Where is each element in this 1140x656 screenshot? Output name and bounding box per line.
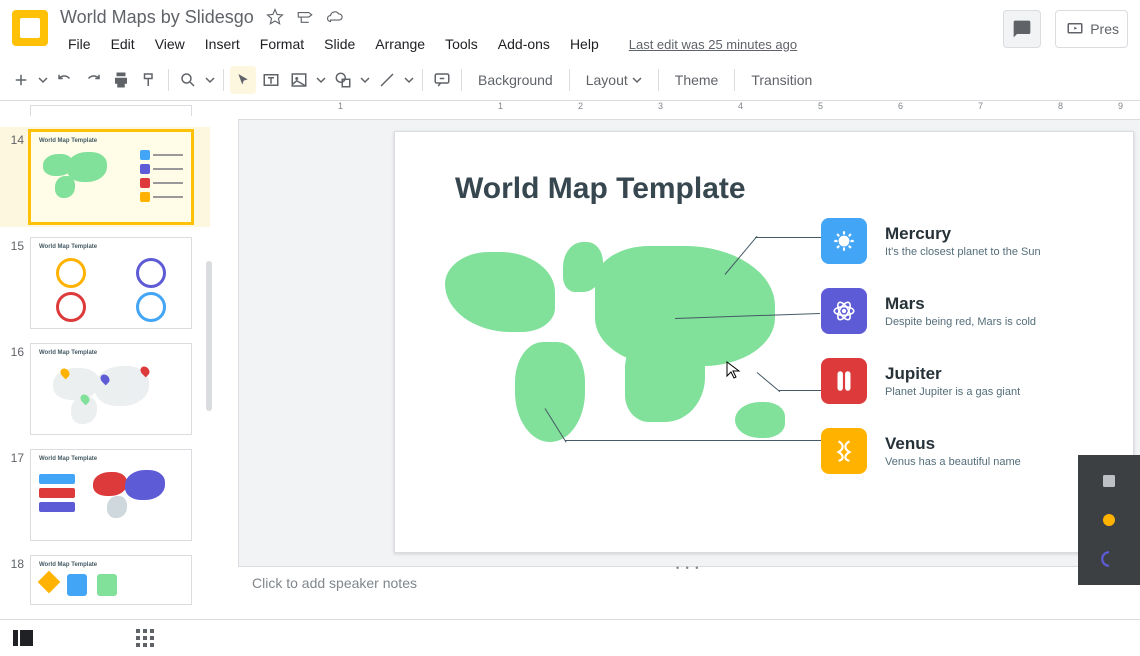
vertical-ruler bbox=[216, 101, 239, 619]
play-icon bbox=[1066, 20, 1084, 38]
menu-help[interactable]: Help bbox=[562, 32, 607, 56]
zoom-button[interactable] bbox=[175, 66, 201, 94]
side-panel-btn-1[interactable] bbox=[1095, 467, 1123, 495]
thumb-number: 16 bbox=[0, 343, 30, 359]
thumb-title: World Map Template bbox=[39, 244, 97, 250]
theme-button[interactable]: Theme bbox=[665, 66, 729, 94]
menu-slide[interactable]: Slide bbox=[316, 32, 363, 56]
layout-button[interactable]: Layout bbox=[576, 66, 652, 94]
speaker-notes[interactable]: • • • Click to add speaker notes bbox=[238, 566, 1140, 619]
paint-format-button[interactable] bbox=[136, 66, 162, 94]
callout-desc: Venus has a beautiful name bbox=[885, 456, 1021, 468]
comment-icon bbox=[1012, 19, 1032, 39]
menu-tools[interactable]: Tools bbox=[437, 32, 486, 56]
separator bbox=[461, 69, 462, 91]
view-footer bbox=[0, 619, 1140, 656]
menu-arrange[interactable]: Arrange bbox=[367, 32, 433, 56]
undo-button[interactable] bbox=[52, 66, 78, 94]
venus-badge[interactable] bbox=[821, 428, 867, 474]
background-button[interactable]: Background bbox=[468, 66, 563, 94]
line-tool[interactable] bbox=[374, 66, 400, 94]
mars-badge[interactable] bbox=[821, 288, 867, 334]
mercury-badge[interactable] bbox=[821, 218, 867, 264]
menu-view[interactable]: View bbox=[147, 32, 193, 56]
callout-desc: Despite being red, Mars is cold bbox=[885, 316, 1036, 328]
select-tool[interactable] bbox=[230, 66, 256, 94]
slide-thumb-15[interactable]: World Map Template bbox=[30, 237, 192, 329]
shape-tool[interactable] bbox=[330, 66, 356, 94]
side-panel-btn-2[interactable] bbox=[1095, 506, 1123, 534]
comments-button[interactable] bbox=[1003, 10, 1041, 48]
present-button[interactable]: Pres bbox=[1055, 10, 1128, 48]
zoom-dropdown[interactable] bbox=[203, 66, 217, 94]
thumb-number: 14 bbox=[0, 131, 30, 147]
separator bbox=[223, 69, 224, 91]
print-button[interactable] bbox=[108, 66, 134, 94]
callout-desc: It's the closest planet to the Sun bbox=[885, 246, 1041, 258]
notes-placeholder: Click to add speaker notes bbox=[252, 575, 417, 591]
separator bbox=[422, 69, 423, 91]
thumb-title: World Map Template bbox=[39, 350, 97, 356]
image-tool[interactable] bbox=[286, 66, 312, 94]
slide-title[interactable]: World Map Template bbox=[455, 172, 746, 206]
menu-format[interactable]: Format bbox=[252, 32, 312, 56]
transition-button[interactable]: Transition bbox=[741, 66, 822, 94]
move-icon[interactable] bbox=[296, 8, 314, 26]
menu-bar: File Edit View Insert Format Slide Arran… bbox=[60, 32, 1003, 56]
line-dropdown[interactable] bbox=[402, 66, 416, 94]
slide-thumb-16[interactable]: World Map Template bbox=[30, 343, 192, 435]
thumb-number: 15 bbox=[0, 237, 30, 253]
redo-button[interactable] bbox=[80, 66, 106, 94]
thumb-title: World Map Template bbox=[39, 456, 97, 462]
menu-addons[interactable]: Add-ons bbox=[490, 32, 558, 56]
notes-resize-handle[interactable]: • • • bbox=[676, 563, 702, 569]
separator bbox=[658, 69, 659, 91]
document-title[interactable]: World Maps by Slidesgo bbox=[60, 7, 254, 28]
horizontal-ruler: 1 1 2 3 4 5 6 7 8 9 bbox=[238, 101, 1140, 120]
capsule-icon bbox=[831, 368, 857, 394]
menu-edit[interactable]: Edit bbox=[103, 32, 143, 56]
callout-title: Jupiter bbox=[885, 364, 1020, 384]
thumb-title: World Map Template bbox=[39, 138, 97, 144]
toolbar: Background Layout Theme Transition bbox=[0, 60, 1140, 101]
separator bbox=[168, 69, 169, 91]
slide-thumbnails[interactable]: 14 World Map Template 15 World Map Templ… bbox=[0, 101, 216, 619]
present-label: Pres bbox=[1090, 21, 1119, 37]
slide-canvas[interactable]: World Map Template bbox=[394, 131, 1134, 553]
menu-insert[interactable]: Insert bbox=[197, 32, 248, 56]
thumb-number: 17 bbox=[0, 449, 30, 465]
callout-title: Mars bbox=[885, 294, 1036, 314]
side-panel-btn-3[interactable] bbox=[1095, 545, 1123, 573]
slide-thumb-18[interactable]: World Map Template bbox=[30, 555, 192, 605]
callout-title: Venus bbox=[885, 434, 1021, 454]
slide-thumb-14[interactable]: World Map Template bbox=[30, 131, 192, 223]
callout-title: Mercury bbox=[885, 224, 1041, 244]
new-slide-dropdown[interactable] bbox=[36, 66, 50, 94]
menu-file[interactable]: File bbox=[60, 32, 99, 56]
filmstrip-view-button[interactable] bbox=[12, 627, 34, 649]
thumbnail-scrollbar[interactable] bbox=[206, 261, 212, 411]
separator bbox=[569, 69, 570, 91]
helix-icon bbox=[831, 438, 857, 464]
separator bbox=[734, 69, 735, 91]
explore-side-panel bbox=[1078, 455, 1140, 585]
star-icon[interactable] bbox=[266, 8, 284, 26]
thumb-number: 18 bbox=[0, 555, 30, 571]
image-dropdown[interactable] bbox=[314, 66, 328, 94]
jupiter-badge[interactable] bbox=[821, 358, 867, 404]
thumb-title: World Map Template bbox=[39, 562, 97, 568]
new-slide-button[interactable] bbox=[8, 66, 34, 94]
slides-logo[interactable] bbox=[12, 10, 48, 46]
cloud-icon[interactable] bbox=[326, 8, 344, 26]
atom-icon bbox=[831, 298, 857, 324]
slide-thumb-17[interactable]: World Map Template bbox=[30, 449, 192, 541]
textbox-tool[interactable] bbox=[258, 66, 284, 94]
gear-icon bbox=[831, 228, 857, 254]
callout-desc: Planet Jupiter is a gas giant bbox=[885, 386, 1020, 398]
slide-canvas-area[interactable]: 1 1 2 3 4 5 6 7 8 9 World Map Template bbox=[216, 101, 1140, 619]
grid-view-button[interactable] bbox=[134, 627, 156, 649]
comment-tool[interactable] bbox=[429, 66, 455, 94]
shape-dropdown[interactable] bbox=[358, 66, 372, 94]
last-edit-link[interactable]: Last edit was 25 minutes ago bbox=[629, 37, 797, 52]
